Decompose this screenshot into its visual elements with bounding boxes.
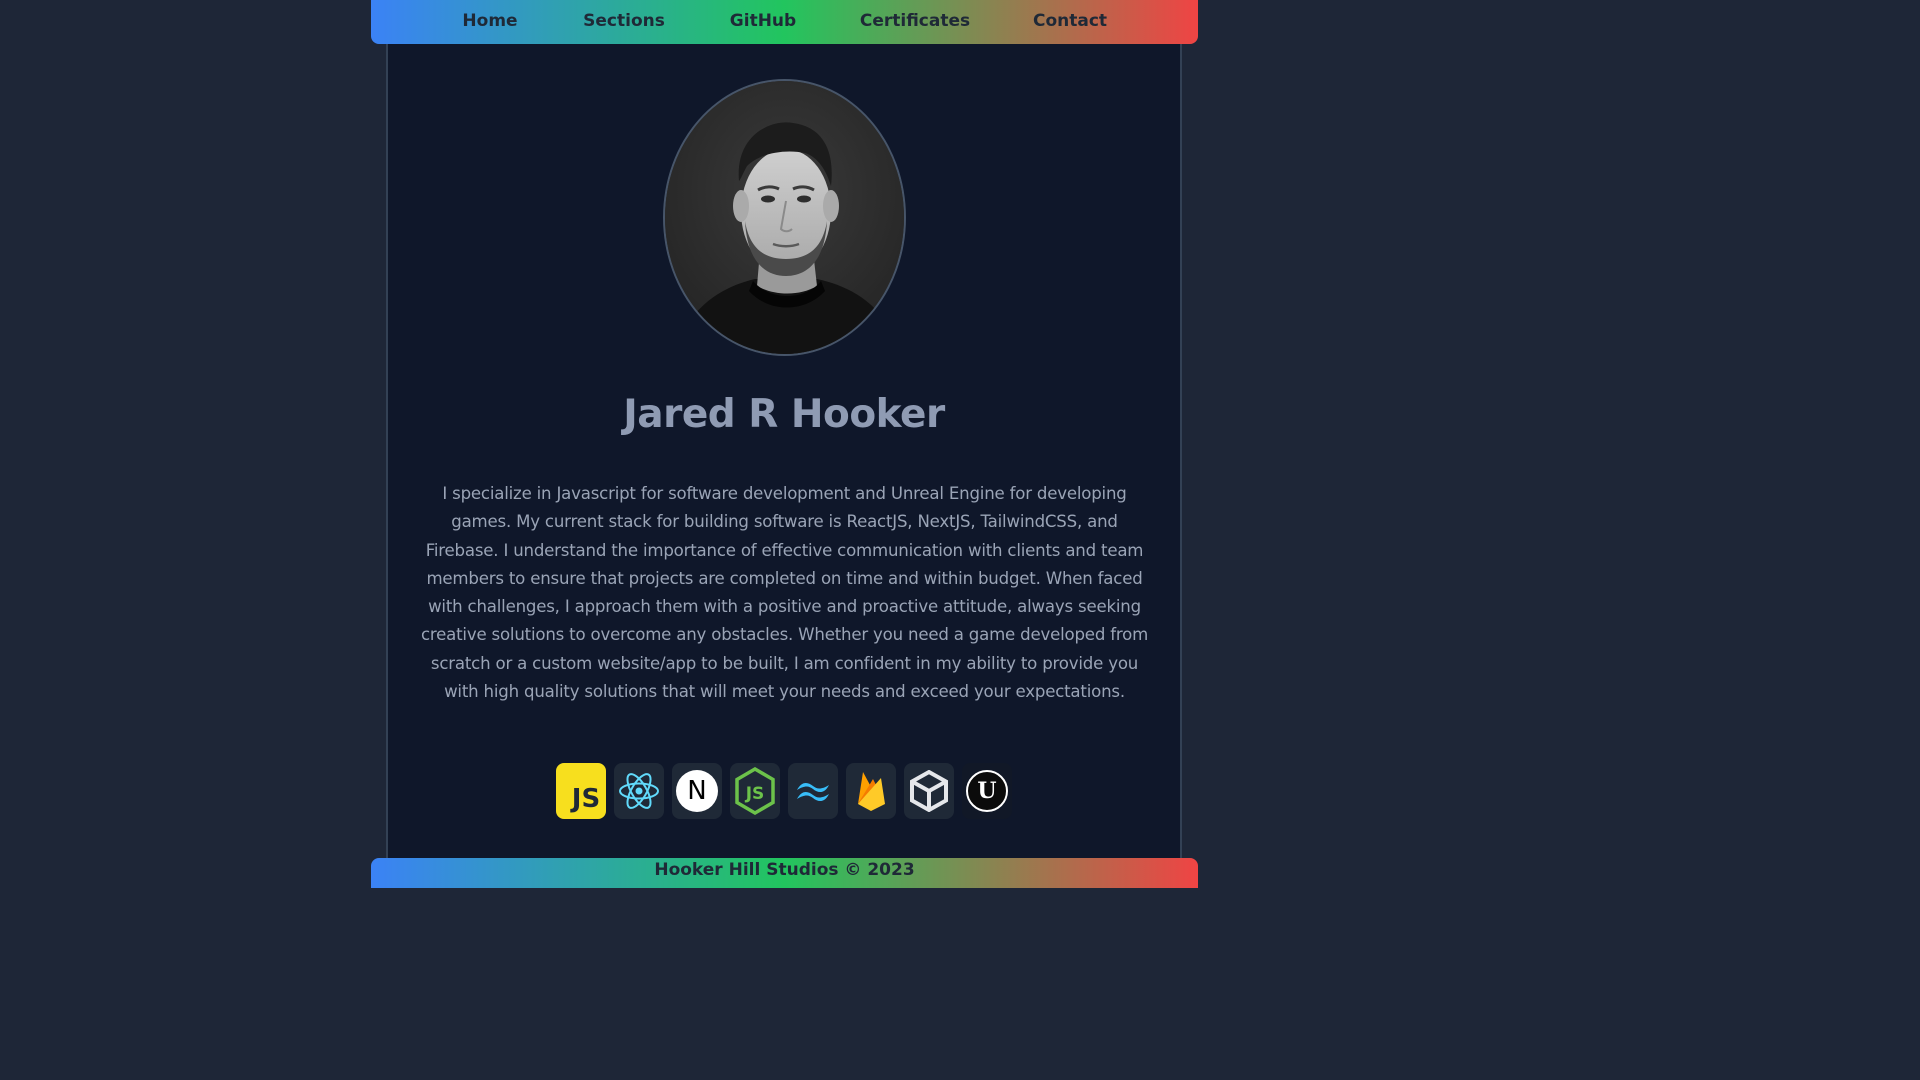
footer-text: Hooker Hill Studios © 2023 — [654, 860, 915, 880]
unreal-engine-icon-label: U — [977, 778, 997, 804]
unity-icon — [904, 763, 954, 819]
nextjs-icon: N — [672, 763, 722, 819]
profile-photo — [665, 81, 904, 354]
nextjs-icon-label: N — [687, 776, 707, 806]
nav-certificates-link[interactable]: Certificates — [860, 0, 970, 42]
nav-github-link[interactable]: GitHub — [730, 0, 796, 42]
nav-contact-link[interactable]: Contact — [1033, 0, 1107, 42]
profile-bio: I specialize in Javascript for software … — [420, 484, 1149, 702]
nextjs-icon-circle: N — [676, 770, 718, 812]
unreal-engine-icon-circle: U — [966, 770, 1008, 812]
javascript-icon-label: JS — [571, 784, 601, 814]
unreal-engine-icon: U — [962, 763, 1012, 819]
nodejs-icon: JS — [730, 763, 780, 819]
firebase-icon — [846, 763, 896, 819]
profile-avatar — [663, 79, 906, 356]
tailwindcss-icon — [788, 763, 838, 819]
footer: Hooker Hill Studios © 2023 — [371, 858, 1198, 888]
nav-home-link[interactable]: Home — [462, 0, 517, 42]
profile-name: Jared R Hooker — [623, 392, 945, 437]
nav-sections-link[interactable]: Sections — [583, 0, 665, 42]
top-navbar: Home Sections GitHub Certificates Contac… — [371, 0, 1198, 44]
nodejs-icon-label: JS — [745, 784, 765, 804]
javascript-icon: JS — [556, 763, 606, 819]
react-icon — [614, 763, 664, 819]
